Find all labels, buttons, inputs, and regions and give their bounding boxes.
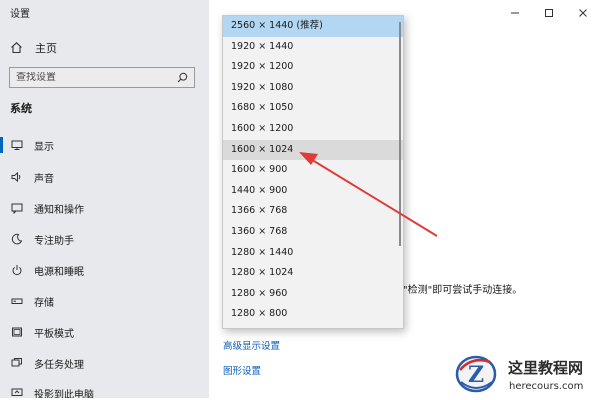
- watermark-title: 这里教程网: [508, 359, 584, 377]
- resolution-option[interactable]: 1440 × 900: [223, 181, 403, 202]
- sidebar-item-project-to-pc[interactable]: 投影到此电脑: [0, 378, 209, 398]
- sidebar: 设置 主页 系统 显示 声音 通知和操作 专注助手: [0, 0, 209, 398]
- watermark-logo: Z: [452, 352, 498, 396]
- resolution-option[interactable]: 1920 × 1080: [223, 78, 403, 99]
- tablet-icon: [9, 324, 25, 340]
- resolution-option[interactable]: 1360 × 768: [223, 222, 403, 243]
- minimize-button[interactable]: [498, 0, 532, 24]
- section-title: 系统: [10, 102, 32, 115]
- sidebar-item-multitasking[interactable]: 多任务处理: [0, 348, 209, 378]
- sidebar-item-label: 声音: [34, 173, 54, 185]
- search-box[interactable]: [9, 67, 195, 88]
- resolution-option[interactable]: 1280 × 960: [223, 284, 403, 305]
- resolution-option[interactable]: 1920 × 1200: [223, 57, 403, 78]
- power-icon: [9, 262, 25, 278]
- minimize-icon: [510, 3, 520, 22]
- notification-icon: [9, 200, 25, 216]
- multitask-icon: [9, 355, 25, 371]
- sidebar-item-label: 显示: [34, 141, 54, 153]
- sidebar-item-label: 平板模式: [34, 328, 74, 340]
- resolution-option[interactable]: 1280 × 800: [223, 304, 403, 325]
- close-button[interactable]: [566, 0, 600, 24]
- sidebar-item-tablet-mode[interactable]: 平板模式: [0, 317, 209, 347]
- dropdown-scrollbar[interactable]: [399, 22, 401, 246]
- resolution-option[interactable]: 1680 × 1050: [223, 98, 403, 119]
- project-icon: [9, 385, 25, 398]
- resolution-option[interactable]: 1280 × 1024: [223, 263, 403, 284]
- close-icon: [578, 3, 588, 22]
- sidebar-item-focus-assist[interactable]: 专注助手: [0, 224, 209, 254]
- app-title: 设置: [10, 9, 30, 20]
- sidebar-item-home[interactable]: 主页: [10, 38, 57, 58]
- search-icon[interactable]: [177, 68, 188, 87]
- watermark-url: herecours.com: [509, 381, 584, 392]
- resolution-option[interactable]: 1280 × 1440: [223, 243, 403, 264]
- graphics-settings-link[interactable]: 图形设置: [223, 363, 261, 377]
- svg-text:Z: Z: [468, 362, 484, 388]
- search-input[interactable]: [16, 72, 156, 83]
- resolution-option[interactable]: 1600 × 1024: [223, 139, 403, 161]
- sidebar-item-label: 主页: [35, 42, 57, 55]
- moon-icon: [9, 231, 25, 247]
- sidebar-item-display[interactable]: 显示: [0, 130, 209, 160]
- resolution-option[interactable]: 1366 × 768: [223, 201, 403, 222]
- sidebar-item-label: 投影到此电脑: [34, 389, 94, 399]
- monitor-icon: [9, 137, 25, 153]
- sidebar-item-notifications[interactable]: 通知和操作: [0, 193, 209, 223]
- maximize-button[interactable]: [532, 0, 566, 24]
- sidebar-item-label: 多任务处理: [34, 359, 84, 371]
- maximize-icon: [544, 3, 554, 22]
- resolution-option[interactable]: 1600 × 900: [223, 160, 403, 181]
- storage-icon: [9, 293, 25, 309]
- window-controls: [498, 0, 600, 24]
- sidebar-item-power-sleep[interactable]: 电源和睡眠: [0, 255, 209, 285]
- sidebar-item-storage[interactable]: 存储: [0, 286, 209, 316]
- detect-connect-text: "检测"即可尝试手动连接。: [403, 285, 523, 296]
- resolution-option[interactable]: 1920 × 1440: [223, 37, 403, 58]
- resolution-option[interactable]: 2560 × 1440 (推荐): [223, 16, 403, 37]
- advanced-display-settings-link[interactable]: 高级显示设置: [223, 338, 280, 352]
- resolution-dropdown-list[interactable]: 2560 × 1440 (推荐) 1920 × 1440 1920 × 1200…: [222, 15, 404, 329]
- home-icon: [10, 39, 23, 58]
- sidebar-item-sound[interactable]: 声音: [0, 162, 209, 192]
- sidebar-item-label: 通知和操作: [34, 204, 84, 216]
- resolution-option[interactable]: 1600 × 1200: [223, 119, 403, 140]
- speaker-icon: [9, 169, 25, 185]
- sidebar-item-label: 电源和睡眠: [34, 266, 84, 278]
- sidebar-item-label: 专注助手: [34, 235, 74, 247]
- sidebar-item-label: 存储: [34, 297, 54, 309]
